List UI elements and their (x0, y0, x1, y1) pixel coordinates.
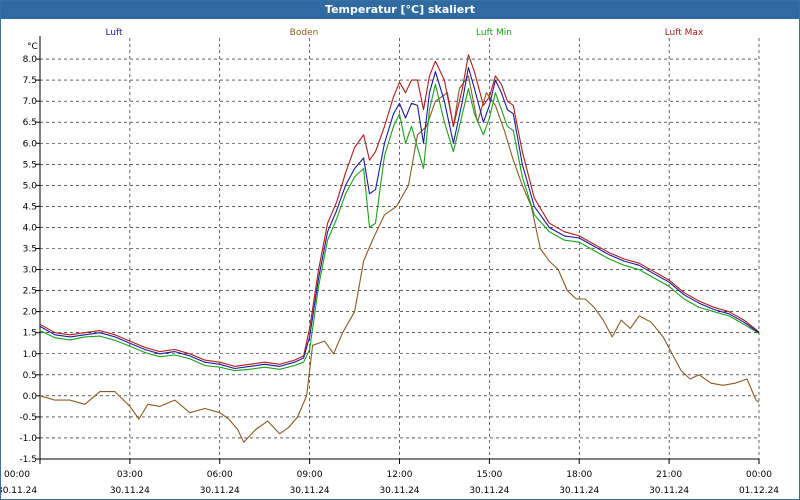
x-tick-label-time: 09:00 (297, 470, 323, 480)
legend-item-boden: Boden (290, 28, 319, 38)
y-tick-label: 6.5 (23, 118, 37, 128)
y-tick-label: -0.5 (19, 413, 37, 423)
y-tick-label: 5.5 (23, 160, 37, 170)
x-tick-label-time: 12:00 (387, 470, 413, 480)
legend-item-luft: Luft (105, 28, 123, 38)
y-tick-label: 5.0 (23, 181, 38, 191)
x-tick-label-time: 06:00 (207, 470, 233, 480)
y-tick-label: 2.0 (23, 308, 38, 318)
x-tick-label-time: 18:00 (566, 470, 592, 480)
y-tick-label: 8.0 (23, 55, 38, 65)
x-tick-label-date: 30.11.24 (200, 486, 240, 496)
chart-canvas: °C 8.0 7.5 7.0 6.5 6.0 5.5 5.0 4.5 4.0 3.5 3.0 2.5 2.… (1, 28, 779, 496)
y-tick-label: 1.0 (23, 350, 38, 360)
y-tick-label: 6.0 (23, 139, 38, 149)
y-tick-label: 7.5 (23, 76, 37, 86)
x-tick-label-date: 01.12.24 (739, 486, 779, 496)
y-tick-label: 4.0 (23, 223, 38, 233)
x-tick-label-date: 30.11.24 (290, 486, 330, 496)
x-tick-label-date: 30.11.24 (1, 486, 37, 496)
legend-item-luft-min: Luft Min (476, 28, 512, 38)
y-tick-label: 7.0 (23, 97, 38, 107)
x-tick-label-time: 21:00 (656, 470, 682, 480)
y-tick-label: 1.5 (23, 329, 37, 339)
y-tick-label: 0.0 (23, 392, 38, 402)
series-line-luft-max (39, 54, 760, 367)
x-tick-label-date: 30.11.24 (469, 486, 509, 496)
y-tick-label: -1.5 (19, 455, 37, 465)
x-tick-label-time: 15:00 (476, 470, 502, 480)
x-tick-label-date: 30.11.24 (379, 486, 419, 496)
y-tick-label: 2.5 (23, 287, 37, 297)
y-tick-label: -1.0 (19, 434, 37, 444)
y-tick-label: 3.5 (23, 245, 37, 255)
y-tick-label: 4.5 (23, 202, 37, 212)
x-tick-label-time: 03:00 (117, 470, 143, 480)
x-tick-label-date: 30.11.24 (649, 486, 689, 496)
x-tick-label-time: 00:00 (746, 470, 772, 480)
x-tick-label-date: 30.11.24 (559, 486, 599, 496)
x-tick-label-date: 30.11.24 (110, 486, 150, 496)
legend-item-luft-max: Luft Max (665, 28, 704, 38)
y-tick-label: 3.0 (23, 266, 38, 276)
y-axis-unit-label: °C (27, 42, 38, 52)
x-tick-label-time: 00:00 (4, 470, 30, 480)
chart-window: Temperatur [°C] skaliert °C 8.0 7.5 7.0 6.5 6… (0, 0, 800, 500)
y-tick-label: 0.5 (23, 371, 37, 381)
